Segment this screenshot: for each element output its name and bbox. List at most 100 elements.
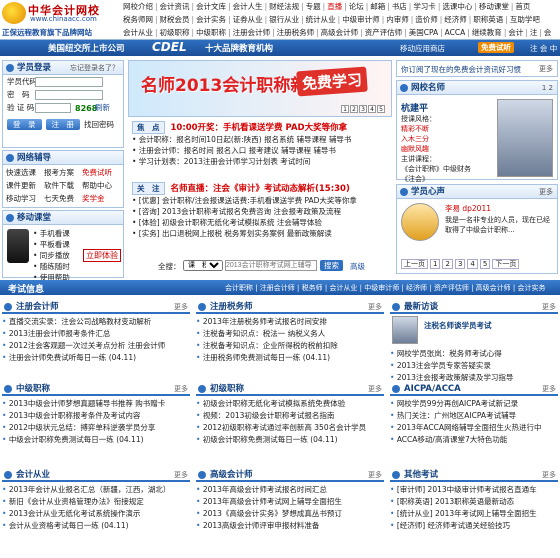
interview-photo[interactable] (392, 316, 418, 344)
nav-link[interactable]: 职称英语 (472, 15, 504, 24)
guidance-link[interactable]: 报考方案 (44, 167, 82, 178)
register-button[interactable]: 注 册 (45, 119, 80, 130)
advanced-search-link[interactable]: 高级 (350, 261, 365, 272)
user-input[interactable] (35, 77, 103, 87)
nav-link[interactable]: 专题 (305, 2, 322, 11)
nav-link[interactable]: 税务师网 (122, 15, 154, 24)
news-item[interactable]: 新旧《会计从业资格管理办法》衔接规定 (2, 496, 190, 508)
search-input[interactable] (225, 260, 317, 271)
more-link[interactable]: 更多 (174, 468, 188, 482)
interview-title[interactable]: 注税名师谈学员考试 (424, 320, 492, 331)
guidance-link[interactable]: 快速选课 (6, 167, 44, 178)
mobile-store-link[interactable]: 移动应用商店 (400, 43, 445, 54)
nav-link[interactable]: 经济师 (443, 15, 468, 24)
banner-dot[interactable]: 3 (359, 105, 367, 113)
page-number[interactable]: 1 (430, 259, 441, 269)
nav-link[interactable]: 论坛 (348, 2, 365, 11)
more-link[interactable]: 更多 (174, 382, 188, 396)
more-link[interactable]: 更多 (368, 382, 382, 396)
nav-link[interactable]: 直播 (326, 2, 343, 11)
nav-link[interactable]: 高级会计师 (320, 28, 360, 37)
more-link[interactable]: 更多 (368, 300, 382, 314)
nav-link[interactable]: 注册会计师 (232, 28, 272, 37)
news-item[interactable]: 中级会计职称免费测试每日一练 (04.11) (2, 434, 190, 446)
nav-link[interactable]: 造价师 (414, 15, 439, 24)
more-link[interactable]: 更多 (542, 468, 556, 482)
focus-headline[interactable]: 10:00开奖：手机看课送学费 PAD大奖等你拿 (171, 123, 348, 133)
captcha-input[interactable] (35, 103, 71, 113)
guidance-link[interactable]: 软件下载 (44, 180, 82, 191)
teacher-photo[interactable] (497, 99, 553, 177)
nav-link[interactable]: 中级审计师 (341, 15, 381, 24)
page-number[interactable]: 4 (467, 259, 478, 269)
subscribe-text[interactable]: 你订阅了现在的免费会计资讯好习惯 (401, 64, 521, 75)
news-item[interactable]: 热门关注：广州地区AICPA考试辅导 (390, 410, 558, 422)
news-item[interactable]: 注税备考知识点：税法一 纳税义务人 (196, 328, 384, 340)
news-item[interactable]: [职称英语] 2013职称英语最新动态 (390, 496, 558, 508)
news-item[interactable]: 2013年高级会计师考试网上辅导全面招生 (196, 496, 384, 508)
banner-dot[interactable]: 5 (377, 105, 385, 113)
nav-link[interactable]: 会计文库 (195, 2, 227, 11)
guidance-link[interactable]: 移动学习 (6, 193, 44, 204)
nav-link[interactable]: 银行从业 (268, 15, 300, 24)
news-item[interactable]: 2013高级会计师评审申报材料准备 (196, 520, 384, 532)
nav-link[interactable]: 选课中心 (441, 2, 473, 11)
news-item[interactable]: 2013年高级会计师考试报名时间汇总 (196, 484, 384, 496)
nav-link[interactable]: 会计实务 (195, 15, 227, 24)
next-page-button[interactable]: 下一页 (492, 259, 520, 269)
news-item[interactable]: 注册会计师免费试听每日一练 (04.11) (2, 352, 190, 364)
news-item[interactable]: 2012注会客观题一次过关考点分析 注册会计师 (2, 340, 190, 352)
news-item[interactable]: 注税备考知识点：企业所得税的税前扣除 (196, 340, 384, 352)
guidance-link[interactable]: 免费试听 (82, 167, 120, 178)
news-item[interactable]: 网校学员99分再创AICPA考试新记录 (390, 398, 558, 410)
nav-link[interactable]: 注 (529, 28, 539, 37)
news-item[interactable]: 会计从业资格考试每日一练 (04.11) (2, 520, 190, 532)
nav-link[interactable]: 网校介绍 (122, 2, 154, 11)
nav-link[interactable]: 会计资讯 (159, 2, 191, 11)
mobile-feature-link[interactable]: • 同步播放 (33, 250, 70, 261)
more-link[interactable]: 更多 (174, 300, 188, 314)
nav-link[interactable]: 资产评估师 (364, 28, 404, 37)
nav-link[interactable]: 会计人生 (232, 2, 264, 11)
news-item[interactable]: 直播交流实录：注会公司战略教材变动解析 (2, 316, 190, 328)
search-button[interactable]: 搜索 (320, 260, 343, 271)
nav-link[interactable]: 证券从业 (232, 15, 264, 24)
page-number[interactable]: 5 (479, 259, 491, 269)
password-input[interactable] (35, 90, 103, 100)
nav-link[interactable]: 中级职称 (195, 28, 227, 37)
subscribe-more[interactable]: 更多 (539, 64, 553, 74)
banner-dot[interactable]: 2 (350, 105, 358, 113)
news-item[interactable]: 2013《高级会计实务》梦想成真丛书预订 (196, 508, 384, 520)
promo-banner[interactable]: 名师2013会计职称新课 免费学习 12345 (128, 60, 392, 117)
news-item[interactable]: [统计从业] 2013年考试网上辅导全面招生 (390, 508, 558, 520)
search-category-select[interactable]: 课 程 (183, 260, 223, 271)
nav-link[interactable]: ACCA (444, 28, 467, 37)
site-logo[interactable]: 中华会计网校 www.chinaacc.com 正保远程教育旗下品牌网站 (2, 2, 120, 38)
news-item[interactable]: 网校学员张岚：税务师考试心得 (390, 348, 558, 360)
teacher-name[interactable]: 杭建平 (401, 101, 428, 114)
nav-link[interactable]: 学习卡 (412, 2, 437, 11)
news-link[interactable]: • 学习计划表：2013注册会计师学习计划表 考试时间 (132, 156, 351, 167)
news-item[interactable]: 2013会计从业无纸化考试系统操作演示 (2, 508, 190, 520)
nav-link[interactable]: 美国CPA (408, 28, 439, 37)
banner-dot[interactable]: 4 (368, 105, 376, 113)
news-item[interactable]: [经济师] 经济师考试通关经验技巧 (390, 520, 558, 532)
nav-link[interactable]: 继续教育 (471, 28, 503, 37)
find-password-link[interactable]: 找回密码 (84, 120, 114, 129)
news-item[interactable]: 2013年ACCA网络辅导全面招生火热进行中 (390, 422, 558, 434)
news-item[interactable]: 2012中级状元总结：搏弈单科逆袭学员分享 (2, 422, 190, 434)
news-item[interactable]: 注册税务师免费测试每日一练 (04.11) (196, 352, 384, 364)
nav-link[interactable]: 统计从业 (305, 15, 337, 24)
guidance-link[interactable]: 课件更新 (6, 180, 44, 191)
news-item[interactable]: 初级会计职称无纸化考试模拟系统免费体验 (196, 398, 384, 410)
news-item[interactable]: 2012初级职称考试通过率创新高 350名会计学员 (196, 422, 384, 434)
guidance-link[interactable]: 帮助中心 (82, 180, 120, 191)
students-more[interactable]: 更多 (539, 185, 553, 199)
nav-link[interactable]: 会计从业 (122, 28, 154, 37)
news-item[interactable]: 视频：2013初级会计职称考试报名指南 (196, 410, 384, 422)
news-link[interactable]: • [体验] 初级会计职称无纸化考试模拟系统 注会辅导体验 (132, 217, 357, 228)
news-link[interactable]: • 注册会计师：报名时间 报名入口 报考建议 辅导课程 辅导书 (132, 145, 351, 156)
nav-link[interactable]: 互助学吧 (509, 15, 541, 24)
login-button[interactable]: 登 录 (7, 119, 42, 130)
nav-link[interactable]: 财税会员 (159, 15, 191, 24)
